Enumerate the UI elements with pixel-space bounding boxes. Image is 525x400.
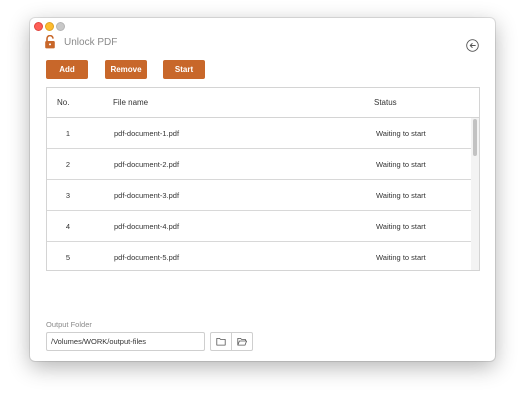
row-number: 3	[65, 191, 71, 200]
folder-icon	[216, 338, 226, 346]
column-header-file-name[interactable]: File name	[113, 98, 148, 107]
output-folder-input[interactable]	[46, 332, 205, 351]
row-file-name: pdf-document-4.pdf	[114, 222, 180, 231]
column-header-no[interactable]: No.	[57, 98, 69, 107]
column-header-status[interactable]: Status	[374, 98, 397, 107]
row-status: Waiting to start	[376, 160, 426, 169]
table-row[interactable]: 2 pdf-document-2.pdf Waiting to start	[47, 149, 471, 180]
table-body: 1 pdf-document-1.pdf Waiting to start 2 …	[47, 118, 471, 270]
row-number: 5	[65, 253, 71, 262]
window-zoom-button[interactable]	[56, 22, 65, 31]
table-row[interactable]: 1 pdf-document-1.pdf Waiting to start	[47, 118, 471, 149]
file-table: No. File name Status 1 pdf-document-1.pd…	[46, 87, 480, 271]
row-number: 2	[65, 160, 71, 169]
row-file-name: pdf-document-1.pdf	[114, 129, 180, 138]
table-row[interactable]: 4 pdf-document-4.pdf Waiting to start	[47, 211, 471, 242]
app-window: Unlock PDF Add Remove Start No. File nam…	[30, 18, 495, 361]
open-folder-icon	[237, 338, 247, 346]
back-arrow-icon[interactable]	[466, 39, 479, 52]
row-number: 1	[65, 129, 71, 138]
table-scrollbar[interactable]	[471, 118, 479, 270]
row-status: Waiting to start	[376, 222, 426, 231]
row-status: Waiting to start	[376, 191, 426, 200]
row-file-name: pdf-document-5.pdf	[114, 253, 180, 262]
browse-folder-button[interactable]	[210, 332, 232, 351]
row-status: Waiting to start	[376, 129, 426, 138]
add-button[interactable]: Add	[46, 60, 88, 79]
open-folder-button[interactable]	[231, 332, 253, 351]
window-minimize-button[interactable]	[45, 22, 54, 31]
window-close-button[interactable]	[34, 22, 43, 31]
table-row[interactable]: 3 pdf-document-3.pdf Waiting to start	[47, 180, 471, 211]
scrollbar-thumb[interactable]	[473, 119, 477, 156]
output-folder-label: Output Folder	[46, 320, 92, 329]
row-file-name: pdf-document-3.pdf	[114, 191, 180, 200]
row-file-name: pdf-document-2.pdf	[114, 160, 180, 169]
table-row[interactable]: 5 pdf-document-5.pdf Waiting to start	[47, 242, 471, 270]
row-status: Waiting to start	[376, 253, 426, 262]
remove-button[interactable]: Remove	[105, 60, 147, 79]
row-number: 4	[65, 222, 71, 231]
unlock-icon	[45, 35, 55, 49]
table-header: No. File name Status	[47, 88, 479, 118]
app-title: Unlock PDF	[64, 37, 118, 48]
start-button[interactable]: Start	[163, 60, 205, 79]
